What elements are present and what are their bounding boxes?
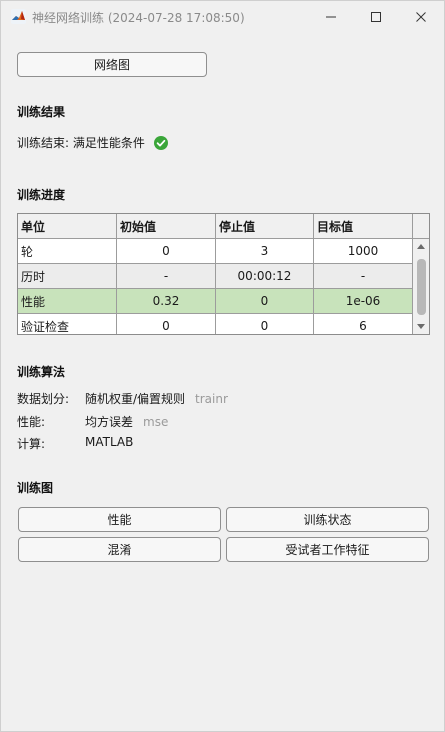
algorithm-value: 随机权重/偏置规则 trainr [85,390,228,407]
roc-plot-button[interactable]: 受试者工作特征 [226,537,429,562]
window-title: 神经网络训练 (2024-07-28 17:08:50) [32,11,245,25]
results-message: 训练结束: 满足性能条件 [17,136,145,150]
algorithm-label: 性能: [17,415,46,429]
table-cell: 0.32 [117,289,216,314]
header-corner [413,214,429,239]
table-cell: 0 [117,239,216,264]
maximize-button[interactable] [354,1,398,32]
algorithm-name: MATLAB [85,435,134,449]
table-cell: 历时 [18,264,117,289]
table-cell: 轮 [18,239,117,264]
table-cell: - [314,264,413,289]
table-cell: 验证检查 [18,314,117,334]
title-bar[interactable]: 神经网络训练 (2024-07-28 17:08:50) [1,1,444,32]
table-header: 单位 初始值 停止值 目标值 [18,214,413,239]
table-cell: 性能 [18,289,117,314]
close-icon [416,11,426,22]
scroll-down-arrow-icon[interactable] [417,324,425,329]
table-cell: 00:00:12 [216,264,314,289]
algorithms-heading: 训练算法 [17,365,66,379]
table-cell: 1e-06 [314,289,413,314]
table-cell: 0 [216,314,314,334]
algorithm-name: 均方误差 [85,415,134,429]
algorithm-label: 数据划分: [17,392,70,406]
progress-table: 单位 初始值 停止值 目标值 轮 0 3 1000 历时 - 00:00:12 … [17,213,430,335]
maximize-icon [371,11,381,22]
table-row: 历时 - 00:00:12 - [18,264,413,289]
table-cell: 6 [314,314,413,334]
algorithm-value: 均方误差 mse [85,413,168,430]
table-cell: - [117,264,216,289]
algorithm-code: mse [143,415,169,429]
minimize-button[interactable] [309,1,353,32]
column-header[interactable]: 初始值 [117,214,216,239]
training-state-plot-button[interactable]: 训练状态 [226,507,429,532]
table-cell: 1000 [314,239,413,264]
training-window: 神经网络训练 (2024-07-28 17:08:50) 网络图 训练结果 训练… [0,0,445,732]
plots-heading: 训练图 [17,481,54,495]
performance-plot-button[interactable]: 性能 [18,507,221,532]
confusion-plot-button[interactable]: 混淆 [18,537,221,562]
column-header[interactable]: 单位 [18,214,117,239]
scroll-thumb[interactable] [417,259,426,315]
table-cell: 3 [216,239,314,264]
check-circle-icon [153,135,168,150]
algorithm-label: 计算: [17,437,46,451]
algorithm-code: trainr [195,392,228,406]
matlab-logo-icon [11,9,26,24]
table-row: 轮 0 3 1000 [18,239,413,264]
column-header[interactable]: 目标值 [314,214,413,239]
table-cell: 0 [117,314,216,334]
algorithm-value: MATLAB [85,435,133,449]
progress-heading: 训练进度 [17,188,66,202]
table-row: 验证检查 0 0 6 [18,314,413,334]
table-scrollbar[interactable] [413,239,429,334]
network-diagram-button[interactable]: 网络图 [17,52,207,77]
column-header[interactable]: 停止值 [216,214,314,239]
table-cell: 0 [216,289,314,314]
results-status: 训练结束: 满足性能条件 [17,134,168,151]
table-row-highlighted: 性能 0.32 0 1e-06 [18,289,413,314]
algorithm-name: 随机权重/偏置规则 [85,392,186,406]
close-button[interactable] [399,1,443,32]
minimize-icon [326,16,336,17]
results-heading: 训练结果 [17,105,66,119]
scroll-up-arrow-icon[interactable] [417,244,425,249]
